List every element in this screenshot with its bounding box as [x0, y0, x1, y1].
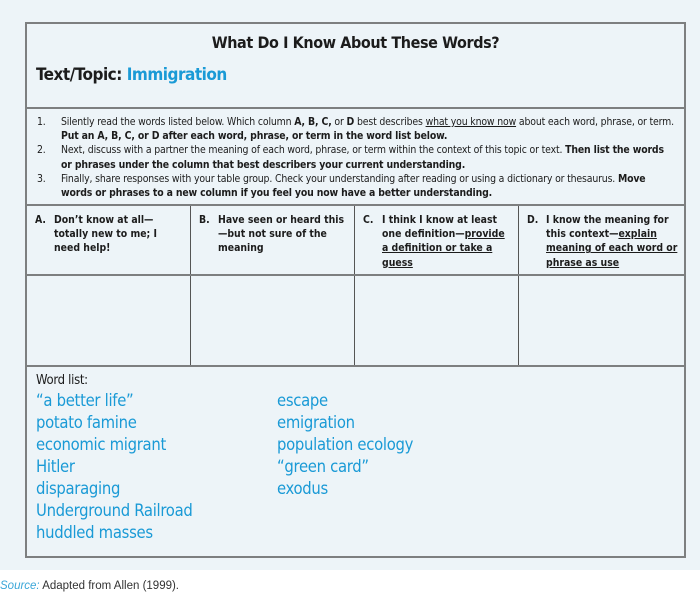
- column-letter: D.: [527, 214, 539, 226]
- column-header-c: C. I think I know at least one definition…: [354, 206, 518, 274]
- instruction-run: about each word, phrase, or term.: [516, 116, 674, 128]
- column-header-d: D. I know the meaning for this context—ex…: [518, 206, 684, 274]
- answer-row: [27, 276, 684, 367]
- column-letter: B.: [199, 214, 210, 226]
- column-description: Don’t know at all—totally new to me; I n…: [54, 214, 157, 255]
- word-list-section: Word list: “a better life” potato famine…: [27, 367, 684, 556]
- word-list-item: economic migrant: [36, 435, 166, 454]
- column-description: Have seen or heard this—but not sure of …: [218, 214, 345, 255]
- instruction-number: 2.: [37, 144, 46, 157]
- instruction-text: Next, discuss with a partner the meaning…: [61, 144, 664, 170]
- worksheet-frame: What Do I Know About These Words? Text/T…: [25, 22, 686, 558]
- column-header-text: D. I know the meaning for this context—ex…: [527, 213, 678, 270]
- word-list-label: Word list:: [36, 373, 88, 388]
- column-header-text: C. I think I know at least one definition…: [363, 213, 512, 270]
- instructions-list: 1. Silently read the words listed below. …: [37, 115, 677, 200]
- instruction-run: Finally, share responses with your table…: [61, 172, 618, 185]
- instruction-run: or: [331, 116, 347, 128]
- source-label: Source:: [0, 580, 40, 592]
- instruction-number: 1.: [37, 116, 46, 128]
- word-list-item: potato famine: [36, 413, 137, 432]
- instruction-run: Next, discuss with a partner the meaning…: [61, 144, 566, 157]
- word-list-item: Underground Railroad: [36, 501, 193, 520]
- column-header-text: B. Have seen or heard this—but not sure o…: [199, 213, 348, 256]
- instruction-run: Silently read the words listed below. Wh…: [61, 116, 295, 128]
- column-header-row: A. Don’t know at all—totally new to me; I…: [27, 206, 684, 276]
- word-list-item: disparaging: [36, 479, 121, 498]
- answer-cell-a[interactable]: [27, 276, 190, 365]
- title-section: What Do I Know About These Words? Text/T…: [27, 24, 684, 109]
- word-list-item: population ecology: [277, 435, 414, 454]
- instruction-underline: what you know now: [425, 116, 517, 128]
- topic-label: Text/Topic:: [36, 65, 122, 85]
- instruction-text: Silently read the words listed below. Wh…: [61, 116, 674, 142]
- instruction-item: 3. Finally, share responses with your tab…: [37, 172, 677, 200]
- word-list-item: huddled masses: [36, 523, 153, 542]
- column-header-text: A. Don’t know at all—totally new to me; I…: [35, 213, 184, 256]
- topic-line: Text/Topic: Immigration: [36, 65, 227, 85]
- instruction-item: 2. Next, discuss with a partner the meani…: [37, 143, 677, 171]
- worksheet-panel: What Do I Know About These Words? Text/T…: [0, 0, 700, 570]
- word-list-item: “a better life”: [36, 391, 134, 410]
- column-header-a: A. Don’t know at all—totally new to me; I…: [27, 206, 190, 274]
- worksheet-title: What Do I Know About These Words?: [211, 33, 500, 52]
- word-list-item: emigration: [277, 413, 355, 432]
- instruction-emphasis: Put an A, B, C, or D after each word, ph…: [61, 130, 448, 143]
- instruction-run: best describes: [354, 116, 426, 128]
- instruction-item: 1. Silently read the words listed below. …: [37, 115, 677, 143]
- topic-value: Immigration: [126, 65, 228, 85]
- column-header-b: B. Have seen or heard this—but not sure o…: [190, 206, 354, 274]
- instruction-number: 3.: [37, 172, 46, 185]
- word-list-right-column: escape emigration population ecology “gr…: [277, 390, 413, 500]
- instructions-section: 1. Silently read the words listed below. …: [27, 109, 684, 206]
- word-list-item: “green card”: [277, 457, 369, 476]
- instruction-text: Finally, share responses with your table…: [61, 173, 646, 199]
- column-letter: A.: [35, 214, 46, 226]
- word-list-left-column: “a better life” potato famine economic m…: [36, 390, 193, 544]
- word-list-item: escape: [277, 391, 328, 410]
- answer-cell-c[interactable]: [354, 276, 518, 365]
- source-text: Adapted from Allen (1999).: [39, 580, 180, 592]
- word-list-item: Hitler: [36, 457, 75, 476]
- column-letter: C.: [363, 214, 374, 226]
- word-list-item: exodus: [277, 479, 328, 498]
- instruction-emphasis: D: [346, 116, 355, 128]
- answer-cell-d[interactable]: [518, 276, 684, 365]
- source-citation: Source: Adapted from Allen (1999).: [0, 580, 179, 592]
- instruction-emphasis: A, B, C,: [294, 116, 332, 128]
- answer-cell-b[interactable]: [190, 276, 354, 365]
